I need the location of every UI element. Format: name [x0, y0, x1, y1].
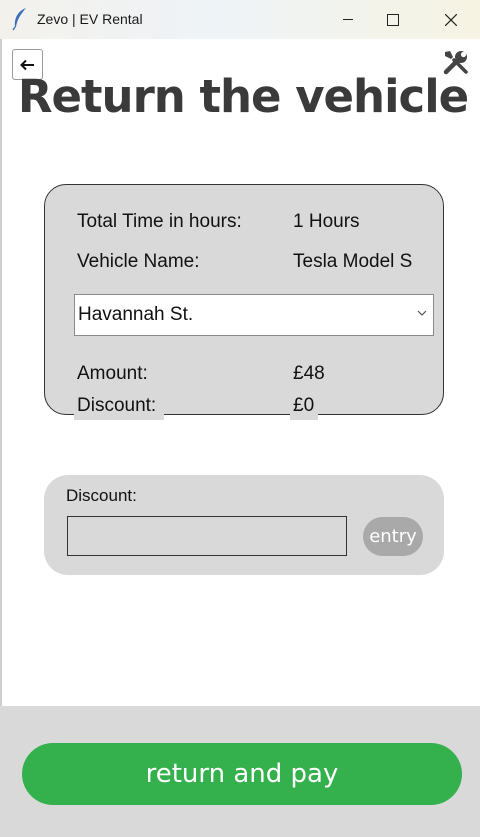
amount-label: Amount:: [77, 363, 148, 384]
feather-icon: [12, 8, 26, 31]
window-titlebar: Zevo | EV Rental: [0, 0, 480, 39]
vehicle-name-value: Tesla Model S: [293, 251, 413, 272]
discount-applied-value: £0: [290, 395, 319, 420]
entry-button[interactable]: entry: [363, 517, 423, 556]
window-title: Zevo | EV Rental: [37, 11, 143, 27]
close-button[interactable]: [428, 0, 474, 39]
amount-value: £48: [293, 363, 325, 384]
return-and-pay-button[interactable]: return and pay: [22, 743, 462, 805]
chevron-down-icon: [417, 310, 427, 316]
location-select[interactable]: Havannah St.: [74, 294, 434, 336]
minimize-button[interactable]: [325, 0, 371, 39]
discount-input[interactable]: [67, 516, 347, 556]
location-select-value: Havannah St.: [78, 304, 194, 325]
total-time-value: 1 Hours: [293, 211, 360, 232]
close-icon: [445, 13, 457, 26]
discount-applied-label: Discount:: [74, 395, 165, 420]
maximize-button[interactable]: [370, 0, 416, 39]
maximize-icon: [387, 13, 399, 26]
discount-entry-label: Discount:: [66, 486, 137, 505]
total-time-label: Total Time in hours:: [77, 211, 242, 232]
arrow-left-icon: [19, 59, 34, 70]
minimize-icon: [343, 19, 353, 20]
page-title: Return the vehicle: [17, 70, 469, 123]
vehicle-name-label: Vehicle Name:: [77, 251, 200, 272]
